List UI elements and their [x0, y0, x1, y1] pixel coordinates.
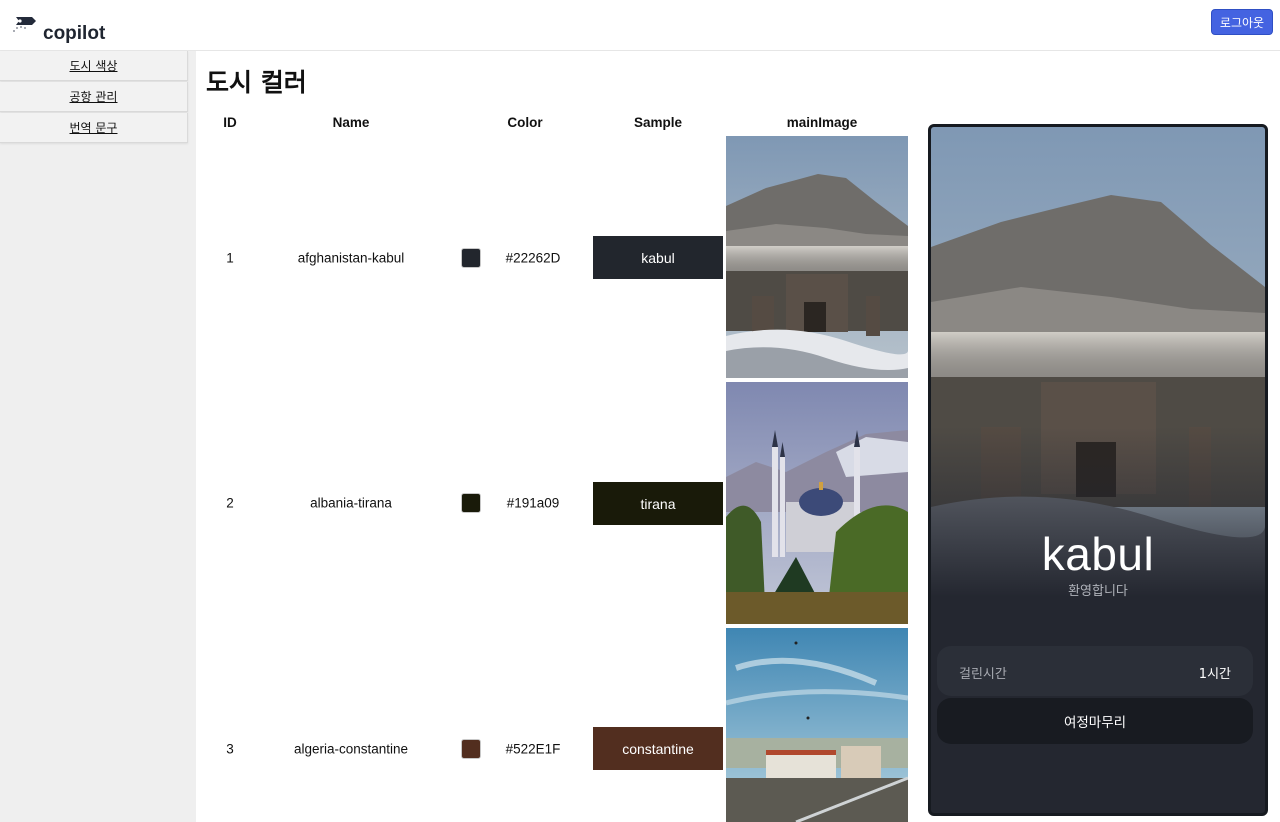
city-preview-panel: kabul 환영합니다 걸린시간 1시간 여정마무리 — [928, 124, 1268, 816]
column-header-name: Name — [332, 115, 370, 130]
row-color-code: #22262D — [505, 250, 561, 266]
sample-preview: kabul — [593, 236, 723, 279]
main-image-tirana[interactable] — [726, 382, 908, 624]
duration-label: 걸린시간 — [959, 667, 1007, 682]
row-name: albania-tirana — [310, 495, 392, 511]
row-color-code: #522E1F — [505, 741, 561, 757]
column-header-id: ID — [223, 115, 237, 130]
row-id: 3 — [226, 741, 234, 757]
row-id: 2 — [226, 495, 234, 511]
duration-row: 걸린시간 1시간 — [937, 646, 1253, 696]
column-header-main-image: mainImage — [786, 115, 858, 130]
preview-welcome-text: 환영합니다 — [1068, 584, 1128, 599]
logo-text: copilot — [43, 23, 106, 44]
sidebar: 도시 색상 공항 관리 번역 문구 — [0, 51, 196, 822]
top-bar: copilot 로그아웃 — [0, 0, 1280, 51]
color-swatch — [461, 248, 481, 268]
preview-city-name: kabul — [1041, 528, 1155, 580]
main-image-constantine[interactable] — [726, 628, 908, 822]
row-id: 1 — [226, 250, 234, 266]
column-header-sample: Sample — [633, 115, 683, 130]
main-image-kabul[interactable] — [726, 136, 908, 378]
sidebar-item-airport-management[interactable]: 공항 관리 — [0, 82, 188, 112]
row-name: algeria-constantine — [293, 741, 409, 757]
column-header-color: Color — [507, 115, 543, 130]
page-title: 도시 컬러 — [206, 68, 307, 97]
sidebar-item-city-colors[interactable]: 도시 색상 — [0, 51, 188, 81]
color-swatch — [461, 739, 481, 759]
sample-preview: tirana — [593, 482, 723, 525]
color-swatch — [461, 493, 481, 513]
finish-journey-button[interactable]: 여정마무리 — [937, 698, 1253, 744]
logo[interactable]: copilot — [12, 14, 105, 44]
logout-button[interactable]: 로그아웃 — [1211, 9, 1273, 35]
duration-value: 1시간 — [1198, 667, 1231, 682]
copilot-logo-icon — [12, 14, 40, 42]
row-name: afghanistan-kabul — [297, 250, 405, 266]
row-color-code: #191a09 — [506, 495, 560, 511]
sample-preview: constantine — [593, 727, 723, 770]
sidebar-item-translation-phrases[interactable]: 번역 문구 — [0, 113, 188, 143]
